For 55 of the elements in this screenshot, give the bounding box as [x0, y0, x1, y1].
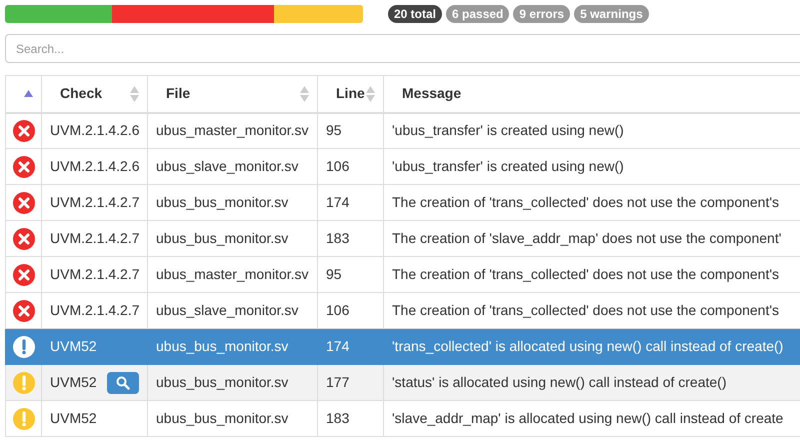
line-number: 177	[326, 374, 350, 390]
check-id: UVM.2.1.4.2.7	[50, 229, 140, 248]
file-name: ubus_bus_monitor.sv	[156, 194, 288, 210]
check-id: UVM.2.1.4.2.7	[50, 265, 140, 284]
sort-icon[interactable]	[366, 86, 375, 102]
message-text: The creation of 'trans_collected' does not use the component's	[392, 302, 780, 318]
file-name: ubus_slave_monitor.sv	[156, 158, 298, 174]
check-id: UVM.2.1.4.2.6	[50, 121, 140, 140]
filter-pill[interactable]: 20 total	[388, 5, 442, 23]
file-name: ubus_bus_monitor.sv	[156, 374, 288, 390]
line-number: 183	[326, 230, 350, 246]
check-id: UVM.2.1.4.2.6	[50, 157, 140, 176]
sort-ascending-icon[interactable]	[24, 90, 33, 98]
file-name: ubus_master_monitor.sv	[156, 266, 309, 282]
message-text: 'slave_addr_map' is allocated using new() call instead of create	[392, 410, 784, 426]
message-text: 'status' is allocated using new() call instead of create()	[392, 374, 727, 390]
warning-icon	[12, 336, 34, 358]
error-icon	[12, 192, 34, 214]
file-name: ubus_master_monitor.sv	[156, 122, 309, 138]
column-header[interactable]: Message	[402, 83, 462, 104]
line-number: 174	[326, 338, 350, 354]
message-text: The creation of 'trans_collected' does not use the component's	[392, 194, 780, 210]
error-icon	[12, 300, 34, 322]
search-field[interactable]: Search...	[5, 34, 800, 63]
check-id: UVM52	[50, 373, 97, 392]
message-text: 'ubus_transfer' is created using new()	[392, 158, 624, 174]
line-number: 95	[326, 122, 342, 138]
file-name: ubus_bus_monitor.sv	[156, 230, 288, 246]
sort-icon[interactable]	[130, 86, 139, 102]
warning-icon	[12, 372, 34, 394]
error-icon	[12, 120, 34, 142]
sort-icon[interactable]	[300, 86, 309, 102]
error-icon	[12, 156, 34, 178]
line-number: 106	[326, 302, 350, 318]
error-icon	[12, 264, 34, 286]
inspect-button[interactable]	[106, 372, 139, 394]
line-number: 183	[326, 410, 350, 426]
error-icon	[12, 228, 34, 250]
check-id: UVM.2.1.4.2.7	[50, 301, 140, 320]
message-text: The creation of 'trans_collected' does not use the component's	[392, 266, 780, 282]
column-header[interactable]: File	[166, 83, 190, 104]
message-text: 'trans_collected' is allocated using new() call instead of create()	[392, 338, 784, 354]
check-id: UVM52	[50, 337, 97, 356]
warning-icon	[12, 408, 34, 430]
message-text: 'ubus_transfer' is created using new()	[392, 122, 624, 138]
file-name: ubus_bus_monitor.sv	[156, 338, 288, 354]
line-number: 174	[326, 194, 350, 210]
search-icon	[116, 376, 130, 390]
check-id: UVM52	[50, 409, 97, 428]
line-number: 95	[326, 266, 342, 282]
file-name: ubus_bus_monitor.sv	[156, 410, 288, 426]
file-name: ubus_slave_monitor.sv	[156, 302, 298, 318]
check-id: UVM.2.1.4.2.7	[50, 193, 140, 212]
line-number: 106	[326, 158, 350, 174]
message-text: The creation of 'slave_addr_map' does not use the component'	[392, 230, 782, 246]
